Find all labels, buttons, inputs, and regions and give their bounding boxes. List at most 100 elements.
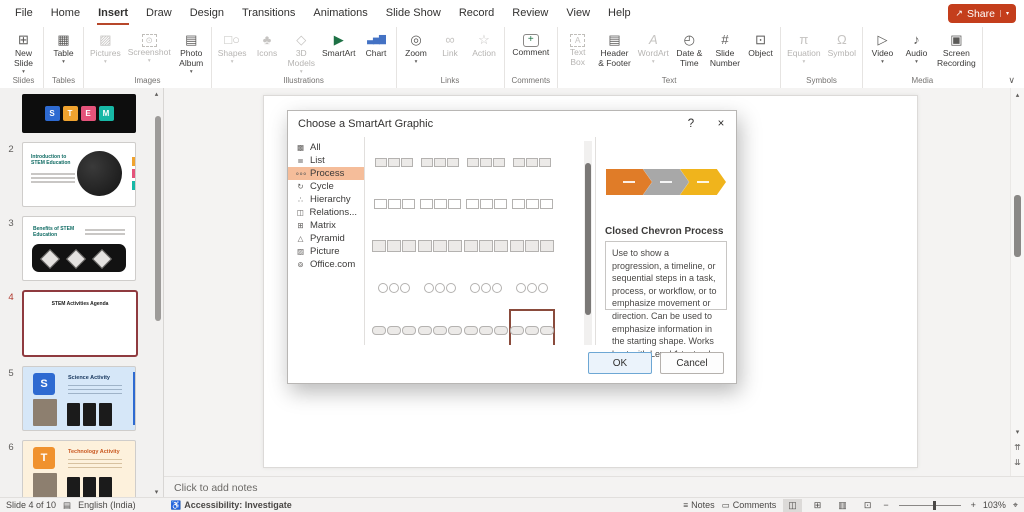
smartart-thumbnail-18[interactable]: [417, 309, 463, 345]
smartart-thumbnail-1[interactable]: [371, 141, 417, 183]
zoom-in-button[interactable]: +: [971, 500, 976, 510]
fit-to-window-icon[interactable]: ⌖: [1013, 500, 1018, 511]
menu-design[interactable]: Design: [181, 1, 233, 26]
category-cycle[interactable]: ↻Cycle: [288, 180, 364, 193]
dialog-title-bar[interactable]: Choose a SmartArt Graphic ? ×: [288, 111, 736, 137]
previous-slide-icon[interactable]: ⇈: [1011, 443, 1024, 452]
smartart-thumbnail-13[interactable]: [371, 267, 417, 309]
category-office-com[interactable]: ⊚Office.com: [288, 258, 364, 271]
date-time-button[interactable]: ◴Date & Time: [673, 29, 706, 75]
slide-thumbnail-tech[interactable]: TTechnology Activity: [22, 440, 136, 498]
menu-home[interactable]: Home: [42, 1, 89, 26]
spellcheck-icon[interactable]: ▤: [63, 500, 71, 511]
dialog-close-button[interactable]: ×: [706, 111, 736, 137]
smartart-thumbnail-12[interactable]: [509, 225, 555, 267]
table-button[interactable]: ▦Table▾: [47, 29, 80, 75]
smartart-thumbnail-6[interactable]: [417, 183, 463, 225]
smartart-button[interactable]: ▶SmartArt: [319, 29, 359, 75]
zoom-slider[interactable]: [899, 505, 961, 506]
object-button[interactable]: ⊡Object: [744, 29, 777, 75]
menu-animations[interactable]: Animations: [304, 1, 376, 26]
slide-thumbnail-row-5[interactable]: 5SScience Activity: [0, 366, 151, 431]
smartart-thumbnail-16[interactable]: [509, 267, 555, 309]
audio-button[interactable]: ♪Audio▾: [900, 29, 933, 75]
share-dropdown-icon[interactable]: ▾: [1000, 10, 1009, 17]
smartart-thumbnail-14[interactable]: [417, 267, 463, 309]
slide-thumbnail-science[interactable]: SScience Activity: [22, 366, 136, 431]
smartart-thumbnail-4[interactable]: [509, 141, 555, 183]
slide-number-button[interactable]: #Slide Number: [707, 29, 743, 75]
zoom-button[interactable]: ◎Zoom▾: [400, 29, 433, 75]
reading-view-button[interactable]: ▥: [833, 499, 852, 512]
category-pyramid[interactable]: △Pyramid: [288, 232, 364, 245]
share-button[interactable]: ↗ Share ▾: [948, 4, 1016, 23]
accessibility-status[interactable]: ♿ Accessibility: Investigate: [171, 500, 292, 511]
zoom-out-button[interactable]: −: [883, 500, 888, 510]
smartart-thumbnail-20[interactable]: [509, 309, 555, 345]
menu-draw[interactable]: Draw: [137, 1, 181, 26]
video-dropdown-icon[interactable]: ▾: [881, 59, 884, 65]
menu-review[interactable]: Review: [503, 1, 557, 26]
notes-pane[interactable]: Click to add notes: [164, 476, 1024, 498]
slideshow-button[interactable]: ⊡: [859, 499, 877, 512]
language-indicator[interactable]: English (India): [78, 500, 136, 510]
menu-file[interactable]: File: [6, 1, 42, 26]
smartart-thumbnail-8[interactable]: [509, 183, 555, 225]
menu-slide-show[interactable]: Slide Show: [377, 1, 450, 26]
menu-help[interactable]: Help: [599, 1, 640, 26]
category-process[interactable]: ∘∘∘Process: [288, 167, 364, 180]
panel-scroll-up-icon[interactable]: ▴: [152, 90, 161, 98]
audio-dropdown-icon[interactable]: ▾: [915, 59, 918, 65]
smartart-thumbnail-19[interactable]: [463, 309, 509, 345]
vertical-scrollbar[interactable]: ▴ ▾ ⇈ ⇊: [1010, 88, 1024, 476]
smartart-thumbnail-2[interactable]: [417, 141, 463, 183]
slide-thumbnail-row-2[interactable]: 2Introduction to STEM Education: [0, 142, 151, 207]
slide-thumbnail-intro[interactable]: Introduction to STEM Education: [22, 142, 136, 207]
category-matrix[interactable]: ⊞Matrix: [288, 219, 364, 232]
smartart-thumbnail-3[interactable]: [463, 141, 509, 183]
notes-toggle[interactable]: ≡ Notes: [683, 500, 714, 510]
smartart-thumbnail-10[interactable]: [417, 225, 463, 267]
slide-thumbnail-agenda[interactable]: STEM Activities Agenda: [22, 290, 138, 357]
scrollbar-thumb[interactable]: [1014, 195, 1021, 257]
smartart-thumbnail-17[interactable]: [371, 309, 417, 345]
cancel-button[interactable]: Cancel: [660, 352, 724, 374]
smartart-thumbnail-9[interactable]: [371, 225, 417, 267]
smartart-thumbnail-5[interactable]: [371, 183, 417, 225]
header-footer-button[interactable]: ▤Header & Footer: [595, 29, 634, 75]
gallery-scrollbar[interactable]: [584, 141, 592, 345]
gallery-scrollbar-thumb[interactable]: [585, 163, 591, 315]
comment-button[interactable]: +Comment: [509, 29, 552, 75]
zoom-dropdown-icon[interactable]: ▾: [415, 59, 418, 65]
slide-thumbnail-row-3[interactable]: 3Benefits of STEM Education: [0, 216, 151, 281]
panel-scrollbar-thumb[interactable]: [155, 116, 161, 321]
video-button[interactable]: ▷Video▾: [866, 29, 899, 75]
next-slide-icon[interactable]: ⇊: [1011, 458, 1024, 467]
slide-thumbnail-row-6[interactable]: 6TTechnology Activity: [0, 440, 151, 498]
slide-sorter-view-button[interactable]: ⊞: [809, 499, 827, 512]
scroll-down-icon[interactable]: ▾: [1011, 428, 1024, 436]
category-hierarchy[interactable]: ∴Hierarchy: [288, 193, 364, 206]
normal-view-button[interactable]: ◫: [783, 499, 802, 512]
panel-scroll-down-icon[interactable]: ▾: [152, 488, 161, 496]
chart-button[interactable]: ▃▅▇Chart: [360, 29, 393, 75]
menu-view[interactable]: View: [557, 1, 599, 26]
slide-thumbnail-row-4[interactable]: 4STEM Activities Agenda: [0, 290, 151, 357]
dialog-help-button[interactable]: ?: [676, 111, 706, 137]
new-slide-button[interactable]: ⊞New Slide▾: [7, 29, 40, 75]
slide-thumbnail-benefits[interactable]: Benefits of STEM Education: [22, 216, 136, 281]
menu-insert[interactable]: Insert: [89, 1, 137, 26]
comments-toggle[interactable]: ▭ Comments: [722, 500, 777, 511]
menu-transitions[interactable]: Transitions: [233, 1, 304, 26]
slide-thumbnail-stem[interactable]: STEM: [22, 94, 136, 133]
smartart-thumbnail-7[interactable]: [463, 183, 509, 225]
zoom-percent[interactable]: 103%: [983, 500, 1006, 510]
category-all[interactable]: ▩All: [288, 141, 364, 154]
photo-album-button[interactable]: ▤Photo Album▾: [175, 29, 208, 75]
screen-recording-button[interactable]: ▣Screen Recording: [934, 29, 979, 75]
menu-record[interactable]: Record: [450, 1, 503, 26]
zoom-slider-thumb[interactable]: [933, 501, 936, 510]
category-relations[interactable]: ◫Relations...: [288, 206, 364, 219]
slide-thumbnail-row-1[interactable]: STEM: [0, 94, 151, 133]
table-dropdown-icon[interactable]: ▾: [62, 59, 65, 65]
